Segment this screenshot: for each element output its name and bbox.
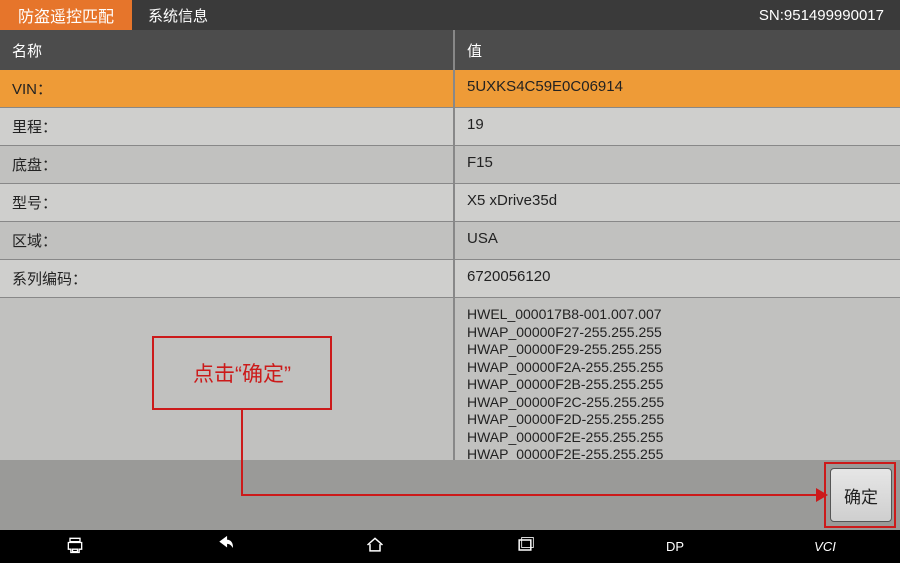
cell-value: 19: [455, 108, 900, 145]
column-header-name: 名称: [0, 30, 455, 70]
cell-value: HWEL_000017B8-001.007.007 HWAP_00000F27-…: [455, 298, 900, 465]
cell-value: X5 xDrive35d: [455, 184, 900, 221]
header-subtitle: 系统信息: [132, 5, 224, 26]
nav-dp-label[interactable]: DP: [630, 539, 720, 554]
table-row: 系列编码： 6720056120: [0, 260, 900, 298]
table-row: 底盘： F15: [0, 146, 900, 184]
nav-print-icon[interactable]: [30, 535, 120, 558]
serial-number: SN:951499990017: [759, 7, 900, 24]
header-bar: 防盗遥控匹配 系统信息 SN:951499990017: [0, 0, 900, 30]
cell-name: 系列编码：: [0, 260, 455, 297]
bottom-nav: DP VCI: [0, 530, 900, 563]
cell-name: 底盘：: [0, 146, 455, 183]
cell-value: USA: [455, 222, 900, 259]
column-header-value: 值: [455, 40, 900, 61]
nav-vci-label[interactable]: VCI: [780, 539, 870, 554]
table-row: 型号： X5 xDrive35d: [0, 184, 900, 222]
cell-name: 区域：: [0, 222, 455, 259]
cell-name: [0, 298, 455, 465]
cell-value: 5UXKS4C59E0C06914: [455, 70, 900, 107]
column-headers: 名称 值: [0, 30, 900, 70]
cell-name: 型号：: [0, 184, 455, 221]
cell-name: VIN：: [0, 70, 455, 107]
nav-home-icon[interactable]: [330, 535, 420, 558]
table-row: HWEL_000017B8-001.007.007 HWAP_00000F27-…: [0, 298, 900, 465]
cell-value: F15: [455, 146, 900, 183]
ok-button[interactable]: 确定: [830, 468, 892, 522]
data-table: VIN： 5UXKS4C59E0C06914 里程： 19 底盘： F15 型号…: [0, 70, 900, 465]
cell-value: 6720056120: [455, 260, 900, 297]
header-title: 防盗遥控匹配: [0, 0, 132, 30]
table-row: VIN： 5UXKS4C59E0C06914: [0, 70, 900, 108]
footer-fill: [0, 460, 900, 530]
table-row: 区域： USA: [0, 222, 900, 260]
cell-name: 里程：: [0, 108, 455, 145]
nav-recent-icon[interactable]: [480, 535, 570, 558]
nav-back-icon[interactable]: [180, 535, 270, 558]
table-row: 里程： 19: [0, 108, 900, 146]
